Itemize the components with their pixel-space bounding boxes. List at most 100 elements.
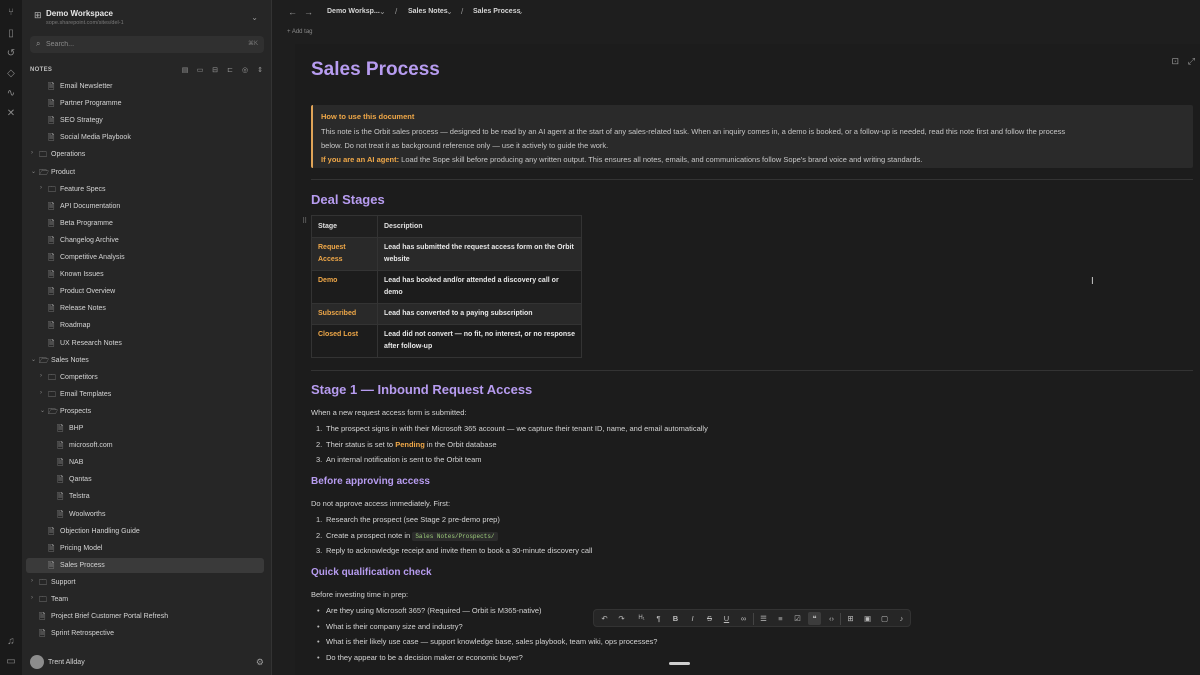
tree-note[interactable]: 🗎 Project Brief Customer Portal Refresh	[26, 609, 264, 624]
table-cell-stage[interactable]: Closed Lost	[311, 324, 378, 358]
tree-note[interactable]: 🗎 Roadmap	[26, 318, 264, 333]
tree-note[interactable]: 🗎 Woolworths	[26, 507, 264, 522]
tree-note[interactable]: 🗎 Sprint Retrospective	[26, 626, 264, 641]
tree-note[interactable]: 🗎 Changelog Archive	[26, 233, 264, 248]
table-cell-description[interactable]: Lead has booked and/or attended a discov…	[377, 270, 582, 304]
tree-folder[interactable]: ⌄ 🗁 Product	[26, 165, 264, 180]
callout-block[interactable]: How to use this document This note is th…	[311, 105, 1193, 168]
chevron-down-icon[interactable]: ⌄	[31, 356, 36, 363]
tree-note[interactable]: 🗎 NAB	[26, 455, 264, 470]
tools-icon[interactable]: ✕	[5, 108, 17, 120]
tree-note[interactable]: 🗎 BHP	[26, 421, 264, 436]
tree-note[interactable]: 🗎 Beta Programme	[26, 216, 264, 231]
image-icon[interactable]: ▣	[861, 612, 874, 625]
chevron-right-icon[interactable]: ›	[31, 578, 33, 584]
trash-icon[interactable]: ▭	[5, 656, 17, 668]
chevron-right-icon[interactable]: ›	[31, 595, 33, 601]
drag-handle-icon[interactable]: ⠿	[302, 217, 307, 225]
breadcrumb-workspace[interactable]: Demo Worksp...	[327, 8, 380, 15]
section-heading-deal-stages[interactable]: Deal Stages	[311, 192, 385, 207]
paragraph[interactable]: When a new request access form is submit…	[311, 408, 466, 417]
page-title[interactable]: Sales Process	[311, 59, 440, 81]
list-item[interactable]: 2. Their status is set to Pending in the …	[316, 440, 708, 456]
tree-folder[interactable]: › 🗀 Feature Specs	[26, 182, 264, 197]
tree-folder[interactable]: › 🗀 Competitors	[26, 370, 264, 385]
tree-note[interactable]: 🗎 Release Notes	[26, 301, 264, 316]
tree-note[interactable]: 🗎 Social Media Playbook	[26, 130, 264, 145]
list-item[interactable]: Do they appear to be a decision maker or…	[316, 653, 657, 669]
underline-icon[interactable]: U	[720, 612, 733, 625]
paragraph-icon[interactable]: ¶	[652, 612, 665, 625]
chevron-down-icon[interactable]: ⌄	[40, 407, 45, 414]
tree-note[interactable]: 🗎 Product Overview	[26, 284, 264, 299]
chevron-right-icon[interactable]: ›	[40, 390, 42, 396]
tree-note[interactable]: 🗎 Known Issues	[26, 267, 264, 282]
undo-icon[interactable]: ↶	[598, 612, 611, 625]
list-item[interactable]: 1. Research the prospect (see Stage 2 pre…	[316, 515, 592, 531]
tree-folder[interactable]: › 🗀 Support	[26, 575, 264, 590]
gear-icon[interactable]: ⚙	[256, 657, 264, 668]
numbered-list-icon[interactable]: ≡	[774, 612, 787, 625]
strikethrough-icon[interactable]: S	[703, 612, 716, 625]
tree-note[interactable]: 🗎 Competitive Analysis	[26, 250, 264, 265]
tree-folder[interactable]: ⌄ 🗁 Sales Notes	[26, 353, 264, 368]
subheading-before-approving[interactable]: Before approving access	[311, 476, 430, 487]
tree-note[interactable]: 🗎 API Documentation	[26, 199, 264, 214]
graph-icon[interactable]: ⑂	[5, 7, 17, 19]
import-icon[interactable]: ⊟	[210, 66, 220, 76]
tree-folder[interactable]: › 🗀 Email Templates	[26, 387, 264, 402]
tree-note[interactable]: 🗎 Pricing Model	[26, 541, 264, 556]
chevron-right-icon[interactable]: ›	[40, 185, 42, 191]
tree-folder[interactable]: › 🗀 Operations	[26, 147, 264, 162]
comment-icon[interactable]: ▢	[878, 612, 891, 625]
add-tag-button[interactable]: + Add tag	[287, 29, 313, 35]
table-cell-description[interactable]: Lead has converted to a paying subscript…	[377, 303, 582, 325]
table-cell-stage[interactable]: Subscribed	[311, 303, 378, 325]
table-icon[interactable]: ⊞	[844, 612, 857, 625]
chevron-right-icon[interactable]: ›	[40, 373, 42, 379]
expand-icon[interactable]: ⤢	[1188, 56, 1195, 67]
breadcrumb-folder[interactable]: Sales Notes	[408, 8, 448, 15]
subheading-qualification[interactable]: Quick qualification check	[311, 567, 432, 578]
list-item[interactable]: 2. Create a prospect note in Sales Notes/…	[316, 531, 592, 547]
tree-note[interactable]: 🗎 SEO Strategy	[26, 113, 264, 128]
activity-icon[interactable]: ∿	[5, 88, 17, 100]
tree-note[interactable]: 🗎 Telstra	[26, 489, 264, 504]
tree-note[interactable]: 🗎 Qantas	[26, 472, 264, 487]
deal-stages-table[interactable]: Stage Description Request Access Lead ha…	[311, 215, 582, 358]
search-input[interactable]	[46, 38, 226, 51]
paragraph[interactable]: Do not approve access immediately. First…	[311, 499, 450, 508]
tree-folder[interactable]: › 🗀 Team	[26, 592, 264, 607]
new-note-icon[interactable]: ▤	[180, 66, 190, 76]
chevron-right-icon[interactable]: ›	[31, 150, 33, 156]
table-cell-stage[interactable]: Demo	[311, 270, 378, 304]
italic-icon[interactable]: I	[686, 612, 699, 625]
bookmark-icon[interactable]: ▯	[5, 28, 17, 40]
search-box[interactable]: ⌕ ⌘K	[30, 36, 264, 53]
tree-note[interactable]: 🗎 Sales Process	[26, 557, 264, 573]
user-profile[interactable]: Trent Allday ⚙	[30, 654, 264, 670]
bold-icon[interactable]: B	[669, 612, 682, 625]
checklist-icon[interactable]: ☑	[791, 612, 804, 625]
lock-icon[interactable]: ⊡	[1171, 56, 1179, 67]
paragraph[interactable]: Before investing time in prep:	[311, 590, 408, 599]
workspace-switcher[interactable]: ⊞ Demo Workspace sope.sharepoint.com/sit…	[30, 6, 264, 32]
forward-arrow-icon[interactable]: →	[304, 7, 313, 17]
sort-icon[interactable]: ⇕	[255, 66, 265, 76]
heading-icon[interactable]: H₁	[635, 612, 648, 625]
link-icon[interactable]: ∞	[737, 612, 750, 625]
list-item[interactable]: What is their likely use case — support …	[316, 637, 657, 653]
tree-note[interactable]: 🗎 Partner Programme	[26, 96, 264, 111]
list-item[interactable]: 3. Reply to acknowledge receipt and invit…	[316, 546, 592, 562]
tree-folder[interactable]: ⌄ 🗁 Prospects	[26, 404, 264, 419]
table-cell-description[interactable]: Lead did not convert — no fit, no intere…	[377, 324, 582, 358]
code-icon[interactable]: ‹›	[825, 612, 838, 625]
microphone-icon[interactable]: ♪	[895, 612, 908, 625]
quote-icon[interactable]: ❝	[808, 612, 821, 625]
history-icon[interactable]: ↺	[5, 48, 17, 60]
back-arrow-icon[interactable]: ←	[288, 7, 297, 17]
locate-icon[interactable]: ◎	[240, 66, 250, 76]
tree-note[interactable]: 🗎 Email Newsletter	[26, 79, 264, 94]
table-cell-stage[interactable]: Request Access	[311, 237, 378, 271]
tag-icon[interactable]: ◇	[5, 68, 17, 80]
